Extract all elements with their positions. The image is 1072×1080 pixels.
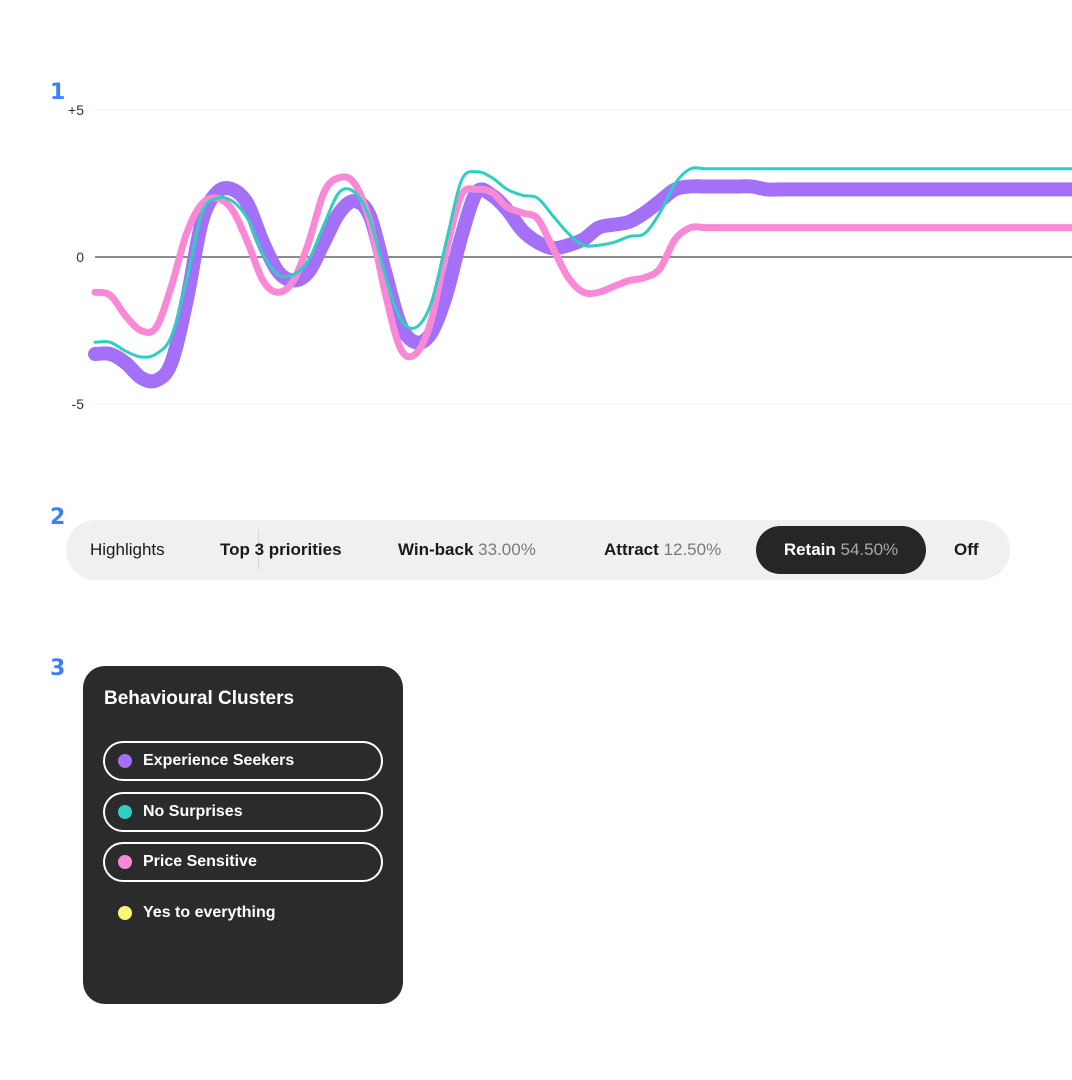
- highlights-label: Highlights: [90, 540, 165, 559]
- chart-series: [88, 166, 1072, 389]
- top-priorities-label: Top 3 priorities: [220, 540, 342, 559]
- legend-item-experience-seekers[interactable]: Experience Seekers: [103, 741, 383, 781]
- winback-label: Win-back: [398, 540, 474, 559]
- retain-button[interactable]: Retain 54.50%: [756, 526, 926, 574]
- experience-seekers-dot: [118, 754, 132, 768]
- attract-percent: 12.50%: [663, 540, 722, 559]
- y-axis-ticks: +5 0 -5: [68, 102, 84, 412]
- legend-label: Experience Seekers: [143, 752, 295, 769]
- off-label: Off: [954, 540, 979, 559]
- behavioural-clusters-panel: Behavioural Clusters Experience Seekers …: [83, 666, 403, 1004]
- yes-to-everything-dot: [118, 906, 132, 920]
- retain-percent: 54.50%: [840, 540, 899, 559]
- no-surprises-dot: [118, 805, 132, 819]
- legend-label: Price Sensitive: [143, 853, 257, 870]
- attract-label: Attract: [604, 540, 659, 559]
- legend-item-yes-to-everything[interactable]: Yes to everything: [103, 893, 383, 933]
- attract-button[interactable]: Attract 12.50%: [604, 526, 721, 574]
- highlights-toolbar: Highlights Top 3 priorities Win-back 33.…: [66, 520, 1010, 580]
- legend-item-price-sensitive[interactable]: Price Sensitive: [103, 842, 383, 882]
- legend-item-no-surprises[interactable]: No Surprises: [103, 792, 383, 832]
- series-line-experience-seekers: [88, 179, 1072, 389]
- section-number-2: 2: [50, 505, 66, 530]
- top-priorities-button[interactable]: Top 3 priorities: [220, 526, 342, 574]
- price-sensitive-dot: [118, 855, 132, 869]
- legend-label: Yes to everything: [143, 904, 276, 921]
- y-tick-label: -5: [72, 396, 85, 412]
- chart-grid: [95, 109, 1072, 405]
- y-tick-label: 0: [76, 249, 84, 265]
- legend-title: Behavioural Clusters: [104, 688, 295, 709]
- line-chart: +5 0 -5: [68, 102, 1072, 412]
- y-tick-label: +5: [68, 102, 84, 118]
- retain-label: Retain: [783, 540, 836, 559]
- winback-percent: 33.00%: [478, 540, 536, 559]
- legend-label: No Surprises: [143, 803, 243, 820]
- winback-button[interactable]: Win-back 33.00%: [398, 526, 536, 574]
- off-button[interactable]: Off: [954, 526, 979, 574]
- section-number-3: 3: [50, 656, 66, 681]
